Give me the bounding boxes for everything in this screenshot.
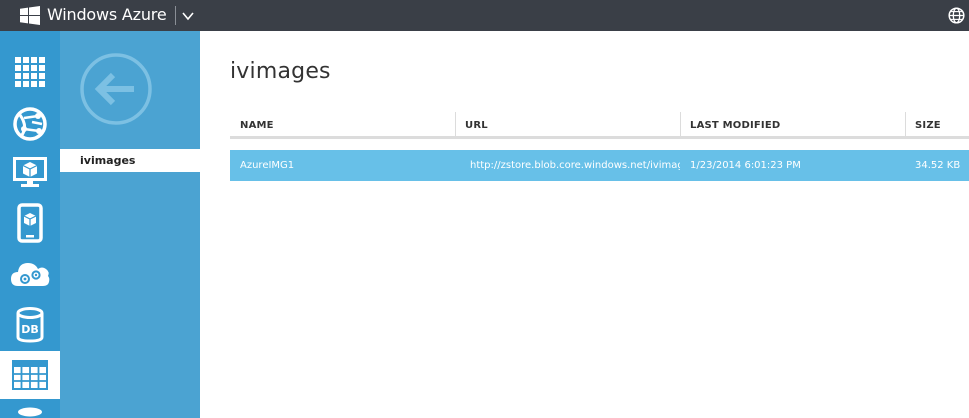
service-rail: DB	[0, 31, 60, 418]
column-header-size[interactable]: SIZE	[915, 120, 941, 131]
cell-name: AzureIMG1	[240, 160, 295, 171]
rail-item-all-items[interactable]	[0, 48, 60, 96]
column-header-last-modified[interactable]: LAST MODIFIED	[690, 120, 780, 131]
monitor-box-icon	[13, 157, 47, 187]
top-bar: Windows Azure	[0, 0, 969, 31]
column-divider	[455, 112, 456, 139]
rail-item-web-sites[interactable]	[0, 100, 60, 148]
rail-item-more[interactable]	[0, 402, 60, 418]
column-header-name[interactable]: NAME	[240, 120, 274, 131]
header-divider	[175, 6, 176, 25]
windows-logo-icon[interactable]	[20, 6, 40, 25]
svg-text:DB: DB	[21, 323, 39, 336]
column-divider	[680, 112, 681, 139]
blob-table: NAME URL LAST MODIFIED SIZE AzureIMG1 ht…	[230, 112, 969, 181]
phone-box-icon	[17, 203, 43, 243]
table-header: NAME URL LAST MODIFIED SIZE	[230, 112, 969, 139]
rail-item-mobile-services[interactable]	[0, 199, 60, 247]
cell-last-modified: 1/23/2014 6:01:23 PM	[690, 160, 801, 171]
rail-item-sql-databases[interactable]: DB	[0, 301, 60, 349]
subnav-item-container[interactable]: ivimages	[60, 149, 200, 172]
page-title: ivimages	[230, 59, 331, 84]
column-divider	[905, 112, 906, 139]
cell-url: http://zstore.blob.core.windows.net/ivim…	[470, 160, 680, 171]
cell-size: 34.52 KB	[915, 160, 961, 171]
container-nav: ivimages	[60, 31, 200, 418]
globe-icon[interactable]	[948, 7, 965, 24]
table-icon	[12, 360, 48, 390]
back-arrow-icon[interactable]	[79, 52, 153, 126]
database-icon: DB	[16, 307, 44, 343]
database-partial-icon	[18, 407, 42, 417]
globe-network-icon	[13, 107, 47, 141]
table-row[interactable]: AzureIMG1 http://zstore.blob.core.window…	[230, 150, 969, 181]
brand-title[interactable]: Windows Azure	[47, 5, 167, 24]
rail-item-cloud-services[interactable]	[0, 250, 60, 298]
cloud-gears-icon	[11, 263, 50, 286]
main-panel: ivimages NAME URL LAST MODIFIED SIZE Azu…	[200, 31, 969, 418]
chevron-down-icon[interactable]	[181, 9, 195, 23]
grid-icon	[15, 57, 45, 87]
rail-item-virtual-machines[interactable]	[0, 149, 60, 197]
column-header-url[interactable]: URL	[465, 120, 488, 131]
rail-item-storage[interactable]	[0, 351, 60, 399]
